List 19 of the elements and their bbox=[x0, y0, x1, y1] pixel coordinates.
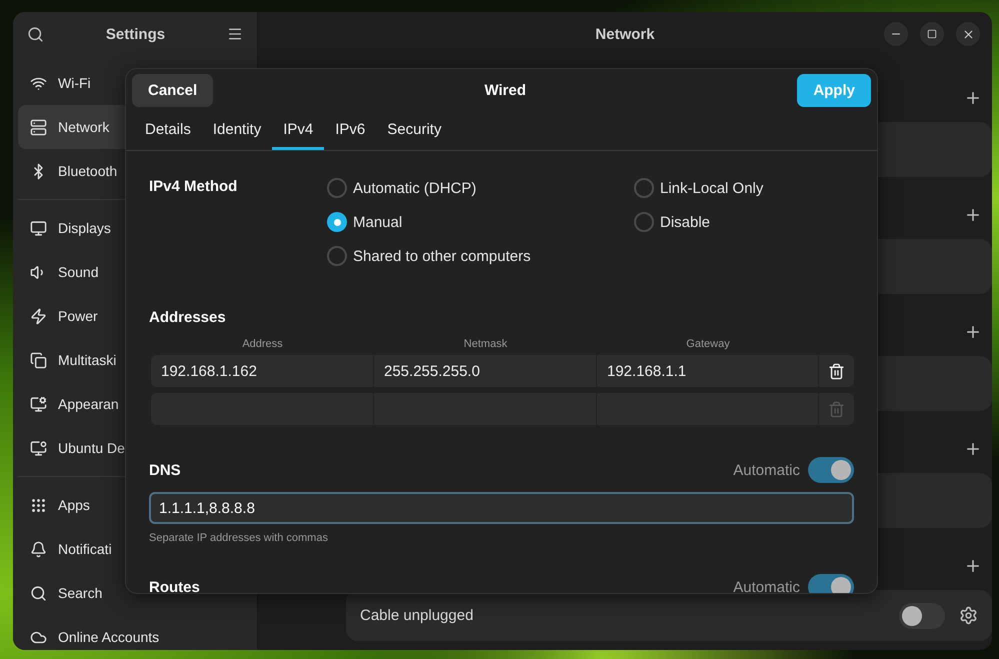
column-header: Netmask bbox=[462, 338, 508, 352]
toggle-label: Automatic bbox=[733, 578, 800, 593]
sidebar-title: Settings bbox=[106, 26, 166, 42]
radio-label: Disable bbox=[660, 214, 710, 230]
radio-label: Manual bbox=[353, 214, 402, 230]
window-title: Network bbox=[595, 26, 655, 42]
section-heading: Addresses bbox=[149, 309, 226, 326]
section-heading: DNS bbox=[149, 462, 181, 478]
radio-label: Link-Local Only bbox=[660, 180, 764, 196]
section-label: IPv4 Method bbox=[149, 178, 238, 195]
section-heading: Routes bbox=[149, 578, 200, 593]
toggle-label: Automatic bbox=[733, 462, 800, 478]
hint-text: Separate IP addresses with commas bbox=[149, 532, 329, 544]
radio-label: Automatic (DHCP) bbox=[353, 180, 476, 196]
dialog-title: Wired bbox=[484, 82, 526, 99]
column-header: Address bbox=[241, 338, 284, 352]
connection-status: Cable unplugged bbox=[360, 607, 474, 624]
radio-label: Shared to other computers bbox=[353, 248, 531, 264]
column-header: Gateway bbox=[685, 338, 731, 352]
